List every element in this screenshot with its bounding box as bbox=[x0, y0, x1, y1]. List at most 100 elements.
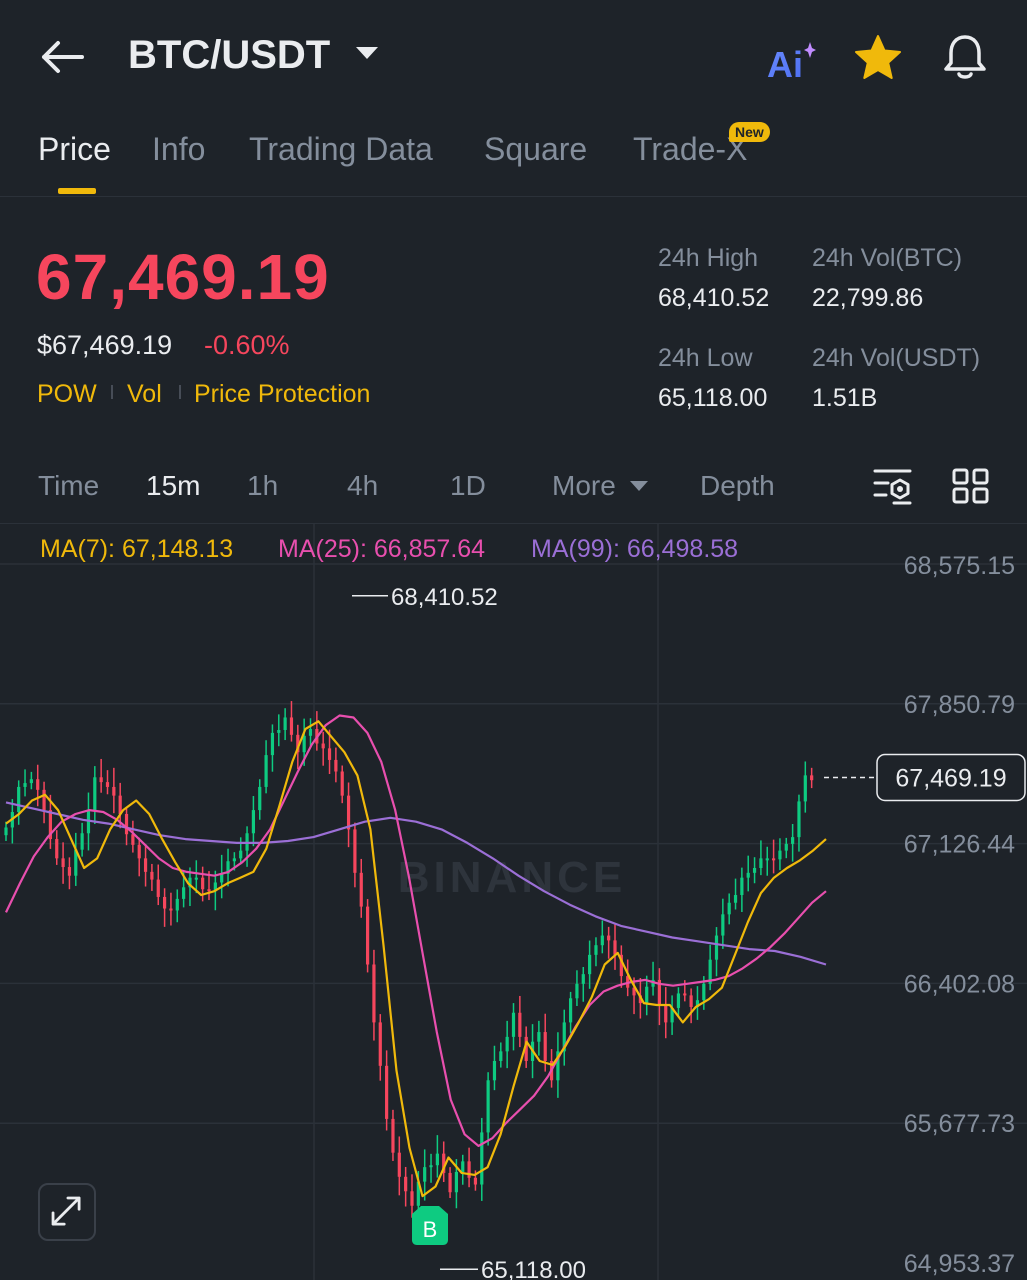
interval-1h[interactable]: 1h bbox=[247, 470, 278, 502]
candle-body bbox=[175, 898, 179, 911]
candle-body bbox=[289, 717, 294, 735]
candle-body bbox=[733, 895, 738, 903]
buy-marker-label: B bbox=[423, 1217, 438, 1242]
candle-body bbox=[473, 1177, 478, 1185]
candle-body bbox=[607, 935, 611, 941]
star-icon[interactable] bbox=[852, 33, 904, 83]
candle-body bbox=[277, 730, 281, 733]
candle-body bbox=[372, 964, 376, 1023]
y-axis-label: 65,677.73 bbox=[904, 1110, 1015, 1138]
stat-24h-low-value: 65,118.00 bbox=[658, 384, 768, 412]
candle-body bbox=[480, 1132, 484, 1185]
candle-body bbox=[182, 887, 186, 899]
candle-body bbox=[264, 755, 268, 787]
candle-body bbox=[4, 827, 8, 836]
candle-body bbox=[80, 833, 84, 850]
interval-4h[interactable]: 4h bbox=[347, 470, 378, 502]
ai-icon[interactable]: Ai bbox=[766, 40, 816, 82]
layout-grid-icon[interactable] bbox=[952, 468, 990, 504]
candle-body bbox=[169, 908, 173, 911]
candle-body bbox=[321, 743, 325, 749]
candle-body bbox=[499, 1051, 503, 1062]
candle-body bbox=[765, 858, 769, 861]
candle-body bbox=[270, 732, 275, 756]
candle-body bbox=[23, 783, 27, 787]
current-price-label: 67,469.19 bbox=[895, 764, 1006, 792]
candle-body bbox=[346, 795, 351, 830]
tag-divider bbox=[179, 385, 181, 399]
tab-info[interactable]: Info bbox=[152, 131, 205, 168]
caret-down-icon[interactable] bbox=[356, 47, 378, 59]
candle-body bbox=[61, 858, 65, 868]
candle-body bbox=[727, 902, 731, 915]
candle-body bbox=[404, 1176, 408, 1192]
candle-body bbox=[740, 877, 744, 896]
tag-divider bbox=[111, 385, 113, 399]
pair-selector[interactable]: BTC/USDT bbox=[128, 33, 330, 78]
tag-pow[interactable]: POW bbox=[37, 380, 97, 409]
ma25-label: MA(25): 66,857.64 bbox=[278, 535, 486, 563]
candle-body bbox=[518, 1012, 522, 1037]
interval-more[interactable]: More bbox=[552, 470, 616, 502]
ai-label: Ai bbox=[767, 44, 803, 82]
candle-body bbox=[302, 735, 306, 753]
tab-square[interactable]: Square bbox=[484, 131, 587, 168]
ma99-label: MA(99): 66,498.58 bbox=[531, 535, 739, 563]
back-arrow-icon[interactable] bbox=[38, 36, 86, 78]
candle-body bbox=[258, 786, 262, 811]
candle-body bbox=[581, 974, 585, 984]
candle-body bbox=[689, 995, 693, 1007]
tabs-divider bbox=[0, 196, 1027, 197]
y-axis-label: 66,402.08 bbox=[904, 970, 1015, 998]
stat-24h-vol-usdt-value: 1.51B bbox=[812, 384, 878, 412]
tag-vol[interactable]: Vol bbox=[127, 380, 162, 409]
price-change-percent: -0.60% bbox=[204, 330, 290, 360]
candle-body bbox=[112, 786, 116, 796]
stat-24h-low-label: 24h Low bbox=[658, 344, 753, 372]
more-caret-icon[interactable] bbox=[630, 481, 648, 491]
candle-body bbox=[784, 843, 788, 851]
candle-body bbox=[752, 868, 757, 873]
candle-body bbox=[365, 906, 370, 965]
candle-body bbox=[721, 914, 725, 936]
stat-24h-vol-usdt-label: 24h Vol(USDT) bbox=[812, 344, 981, 372]
interval-time[interactable]: Time bbox=[38, 470, 99, 502]
tab-trading-data[interactable]: Trading Data bbox=[249, 131, 433, 168]
bell-icon[interactable] bbox=[940, 32, 990, 82]
candle-body bbox=[93, 777, 97, 811]
candle-body bbox=[683, 993, 687, 996]
y-axis-label: 67,126.44 bbox=[904, 831, 1015, 859]
candle-body bbox=[201, 877, 205, 890]
candle-body bbox=[594, 945, 598, 955]
candlestick-chart[interactable]: BINANCE 68,410.52 65,118.00 B 68,575.15 67,85… bbox=[0, 524, 1027, 1280]
interval-depth[interactable]: Depth bbox=[700, 470, 775, 502]
candle-body bbox=[99, 777, 103, 783]
tab-price[interactable]: Price bbox=[38, 131, 111, 168]
candle-body bbox=[803, 775, 807, 802]
candle-body bbox=[702, 983, 706, 1001]
candle-body bbox=[568, 998, 573, 1023]
candle-body bbox=[505, 1036, 509, 1052]
candle-body bbox=[575, 983, 579, 999]
fullscreen-button[interactable] bbox=[38, 1183, 96, 1241]
candle-body bbox=[124, 813, 129, 835]
candle-body bbox=[308, 729, 313, 736]
candle-body bbox=[207, 889, 211, 892]
tag-price-protection[interactable]: Price Protection bbox=[194, 380, 370, 409]
candle-body bbox=[797, 801, 801, 838]
stat-24h-high-value: 68,410.52 bbox=[658, 284, 770, 312]
candle-body bbox=[391, 1118, 395, 1153]
candle-body bbox=[423, 1167, 427, 1182]
candle-body bbox=[150, 871, 154, 880]
candle-body bbox=[397, 1152, 401, 1177]
interval-15m[interactable]: 15m bbox=[146, 470, 200, 502]
y-axis-label: 67,850.79 bbox=[904, 691, 1015, 719]
candle-body bbox=[251, 810, 256, 834]
interval-1d[interactable]: 1D bbox=[450, 470, 486, 502]
last-price: 67,469.19 bbox=[36, 241, 330, 313]
candle-body bbox=[810, 775, 814, 781]
high-label: 68,410.52 bbox=[391, 584, 498, 611]
candle-body bbox=[410, 1191, 414, 1206]
candle-body bbox=[162, 896, 167, 909]
chart-settings-icon[interactable] bbox=[872, 466, 914, 506]
